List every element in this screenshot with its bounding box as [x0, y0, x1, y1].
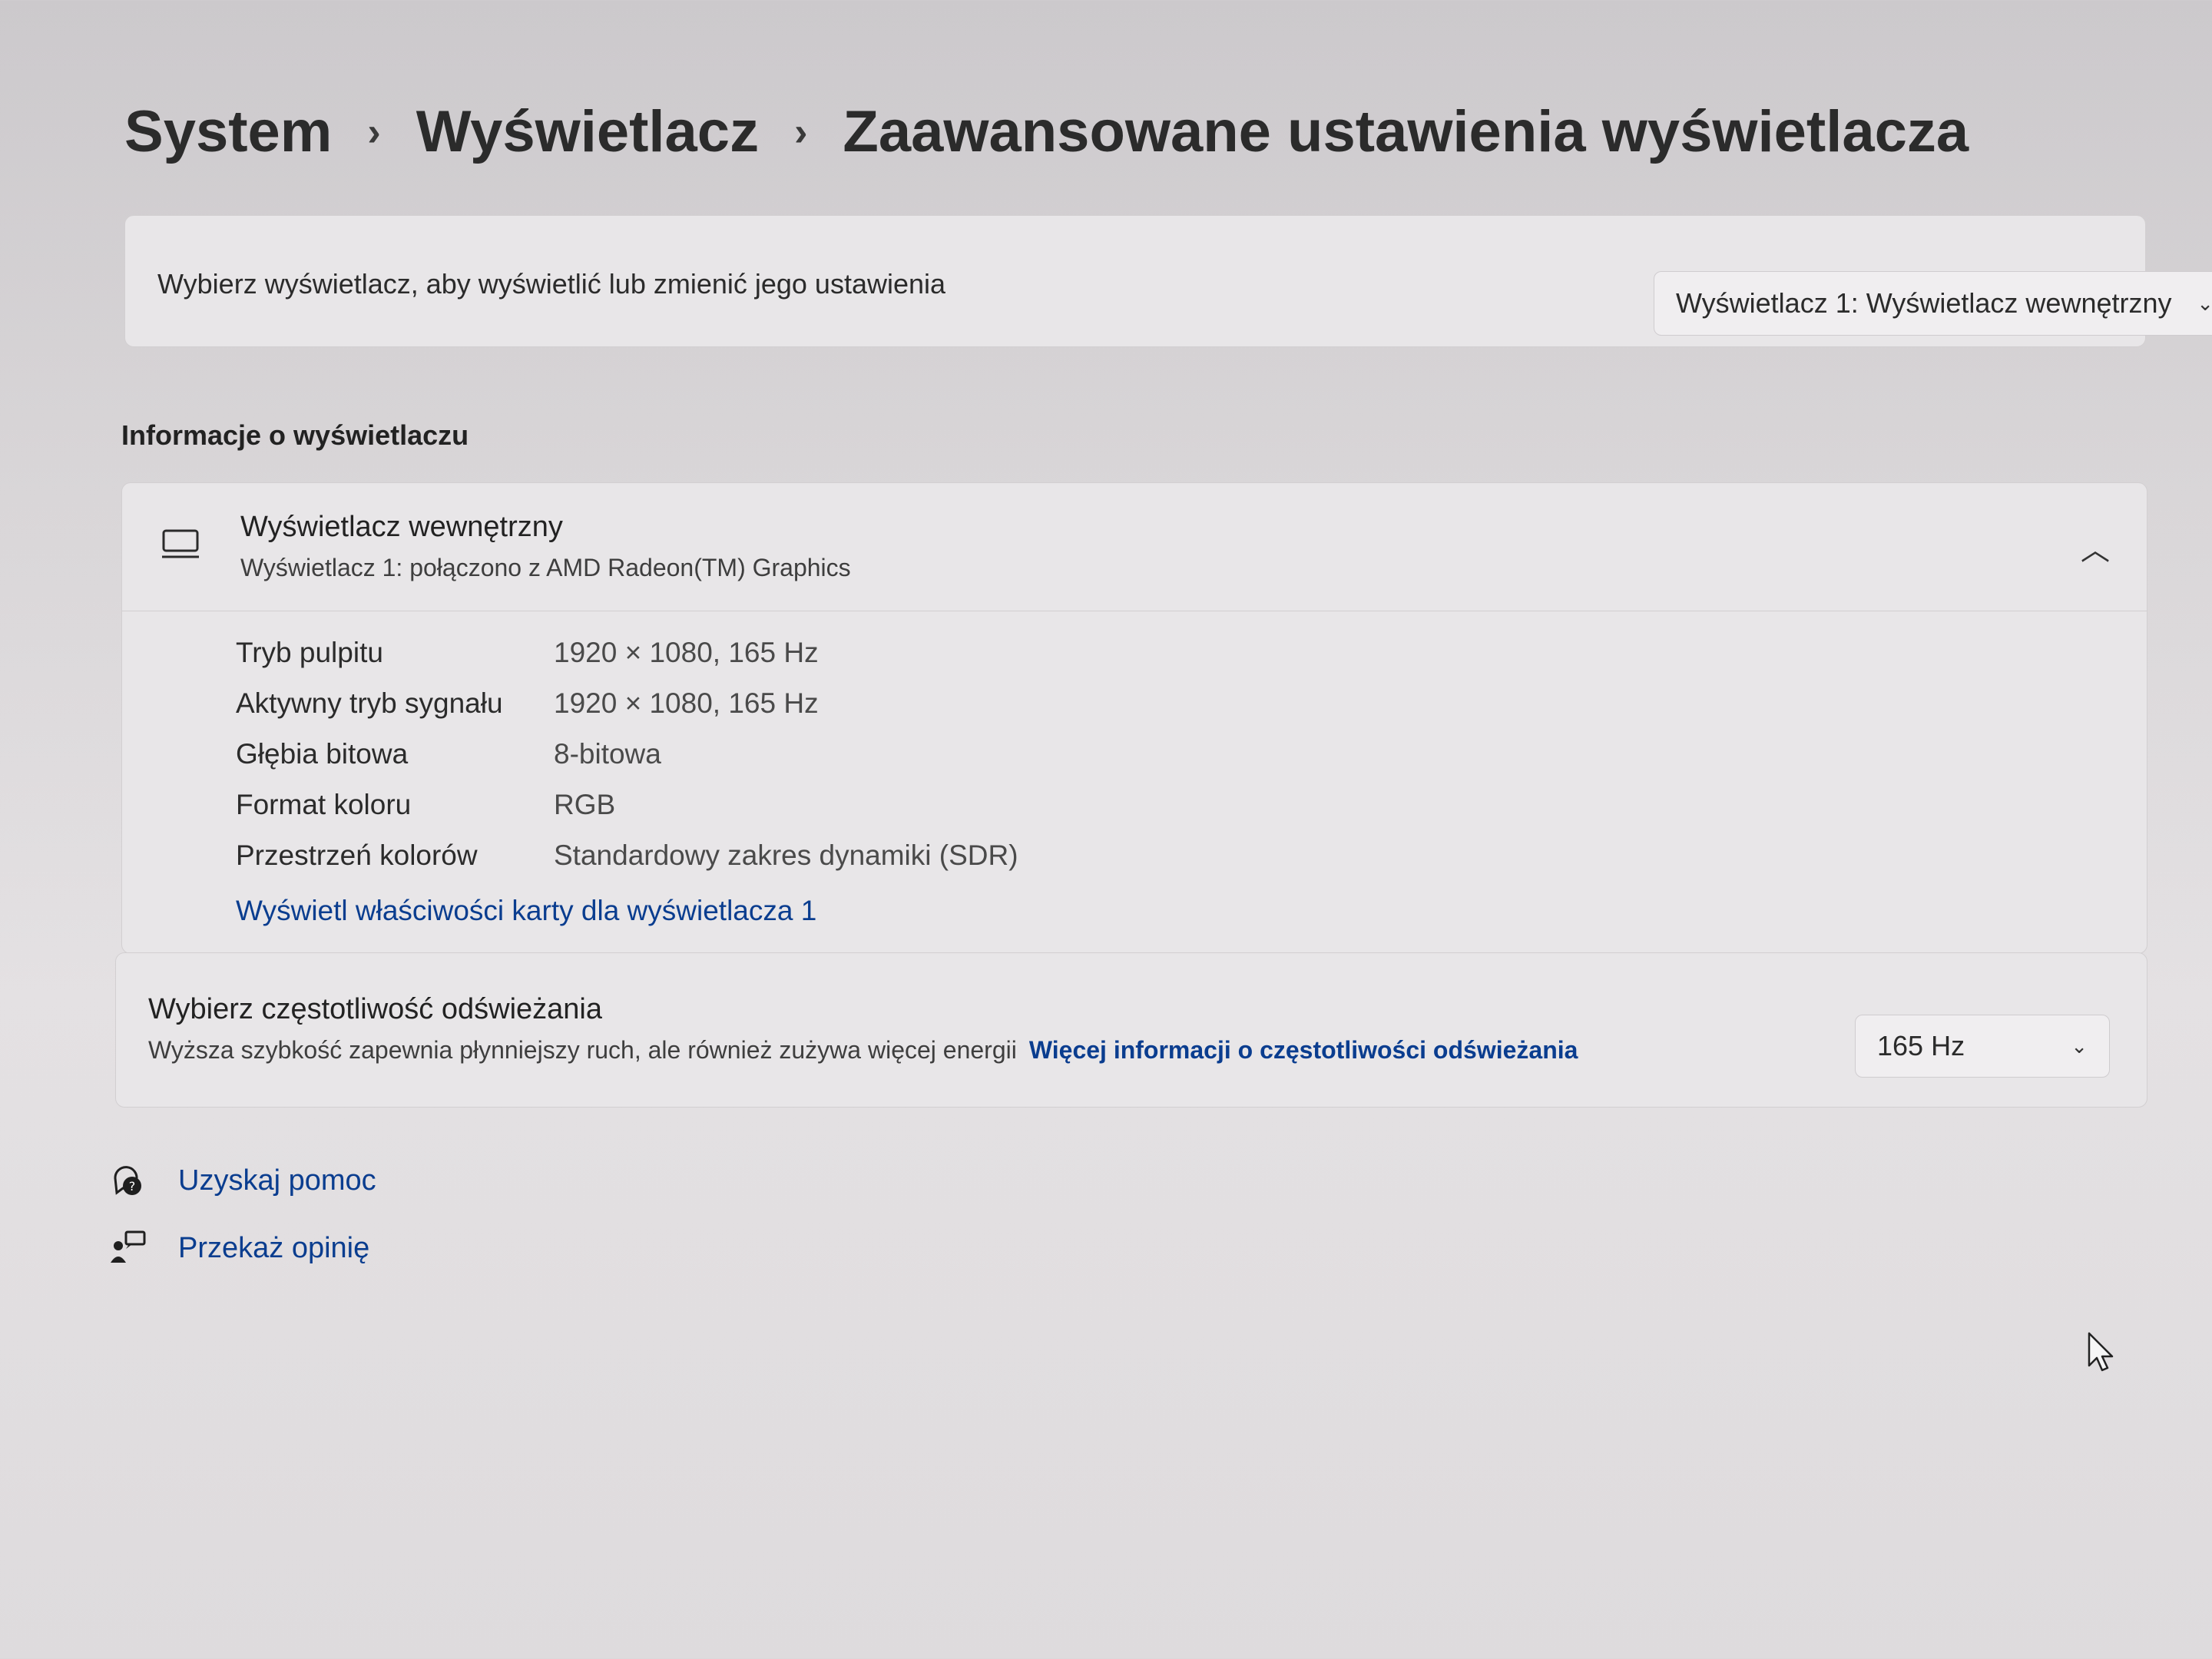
refresh-rate-value: 165 Hz	[1877, 1030, 1965, 1061]
display-select-value: Wyświetlacz 1: Wyświetlacz wewnętrzny	[1676, 287, 2172, 319]
breadcrumb: System › Wyświetlacz › Zaawansowane usta…	[124, 98, 1969, 165]
breadcrumb-item-display[interactable]: Wyświetlacz	[416, 98, 759, 165]
display-info-subtitle: Wyświetlacz 1: połączono z AMD Radeon(TM…	[240, 554, 851, 581]
refresh-rate-description-text: Wyższa szybkość zapewnia płynniejszy ruc…	[148, 1036, 1017, 1064]
adapter-properties-link[interactable]: Wyświetl właściwości karty dla wyświetla…	[236, 895, 816, 927]
help-icon: ?	[114, 1166, 141, 1195]
property-row: Aktywny tryb sygnału 1920 × 1080, 165 Hz	[236, 687, 819, 720]
breadcrumb-separator: ›	[367, 109, 381, 154]
svg-text:?: ?	[129, 1179, 136, 1194]
property-label: Aktywny tryb sygnału	[236, 687, 503, 719]
refresh-rate-info-link[interactable]: Więcej informacji o częstotliwości odświ…	[1029, 1036, 1578, 1064]
breadcrumb-item-system[interactable]: System	[124, 98, 332, 165]
breadcrumb-separator: ›	[794, 109, 808, 154]
property-row: Tryb pulpitu 1920 × 1080, 165 Hz	[236, 637, 819, 669]
property-label: Głębia bitowa	[236, 738, 409, 770]
chevron-down-icon: ⌄	[2197, 291, 2212, 315]
display-select-dropdown[interactable]: Wyświetlacz 1: Wyświetlacz wewnętrzny ⌄	[1654, 271, 2212, 336]
chevron-up-icon[interactable]: ︿	[2081, 526, 2110, 568]
monitor-icon	[162, 529, 199, 558]
property-value: 8-bitowa	[554, 738, 661, 770]
get-help-label: Uzyskaj pomoc	[178, 1164, 376, 1197]
property-row: Przestrzeń kolorów Standardowy zakres dy…	[236, 839, 1018, 872]
property-value: RGB	[554, 789, 616, 820]
give-feedback-link[interactable]: Przekaż opinię	[109, 1229, 369, 1267]
page-title: Zaawansowane ustawienia wyświetlacza	[843, 99, 1969, 164]
display-info-card: Wyświetlacz wewnętrzny Wyświetlacz 1: po…	[121, 482, 2147, 954]
property-value: Standardowy zakres dynamiki (SDR)	[554, 839, 1018, 871]
select-display-card: Wybierz wyświetlacz, aby wyświetlić lub …	[124, 215, 2212, 347]
property-label: Tryb pulpitu	[236, 637, 383, 668]
refresh-rate-card: Wybierz częstotliwość odświeżania Wyższa…	[115, 952, 2147, 1108]
property-value: 1920 × 1080, 165 Hz	[554, 687, 819, 719]
refresh-rate-title: Wybierz częstotliwość odświeżania	[148, 993, 602, 1025]
get-help-link[interactable]: ? Uzyskaj pomoc	[109, 1161, 376, 1200]
feedback-icon	[111, 1230, 146, 1263]
section-title-display-info: Informacje o wyświetlaczu	[121, 419, 469, 451]
give-feedback-label: Przekaż opinię	[178, 1231, 370, 1264]
property-value: 1920 × 1080, 165 Hz	[554, 637, 819, 668]
property-row: Głębia bitowa 8-bitowa	[236, 738, 661, 770]
refresh-rate-description: Wyższa szybkość zapewnia płynniejszy ruc…	[148, 1036, 1578, 1065]
display-info-title: Wyświetlacz wewnętrzny	[240, 511, 563, 543]
mouse-cursor-icon	[2088, 1332, 2114, 1372]
select-display-label: Wybierz wyświetlacz, aby wyświetlić lub …	[157, 268, 946, 300]
display-info-header[interactable]: Wyświetlacz wewnętrzny Wyświetlacz 1: po…	[122, 483, 2147, 611]
property-row: Format koloru RGB	[236, 789, 615, 821]
property-label: Przestrzeń kolorów	[236, 839, 478, 871]
refresh-rate-dropdown[interactable]: 165 Hz ⌄	[1855, 1015, 2110, 1078]
chevron-down-icon: ⌄	[2071, 1034, 2088, 1058]
property-label: Format koloru	[236, 789, 412, 820]
